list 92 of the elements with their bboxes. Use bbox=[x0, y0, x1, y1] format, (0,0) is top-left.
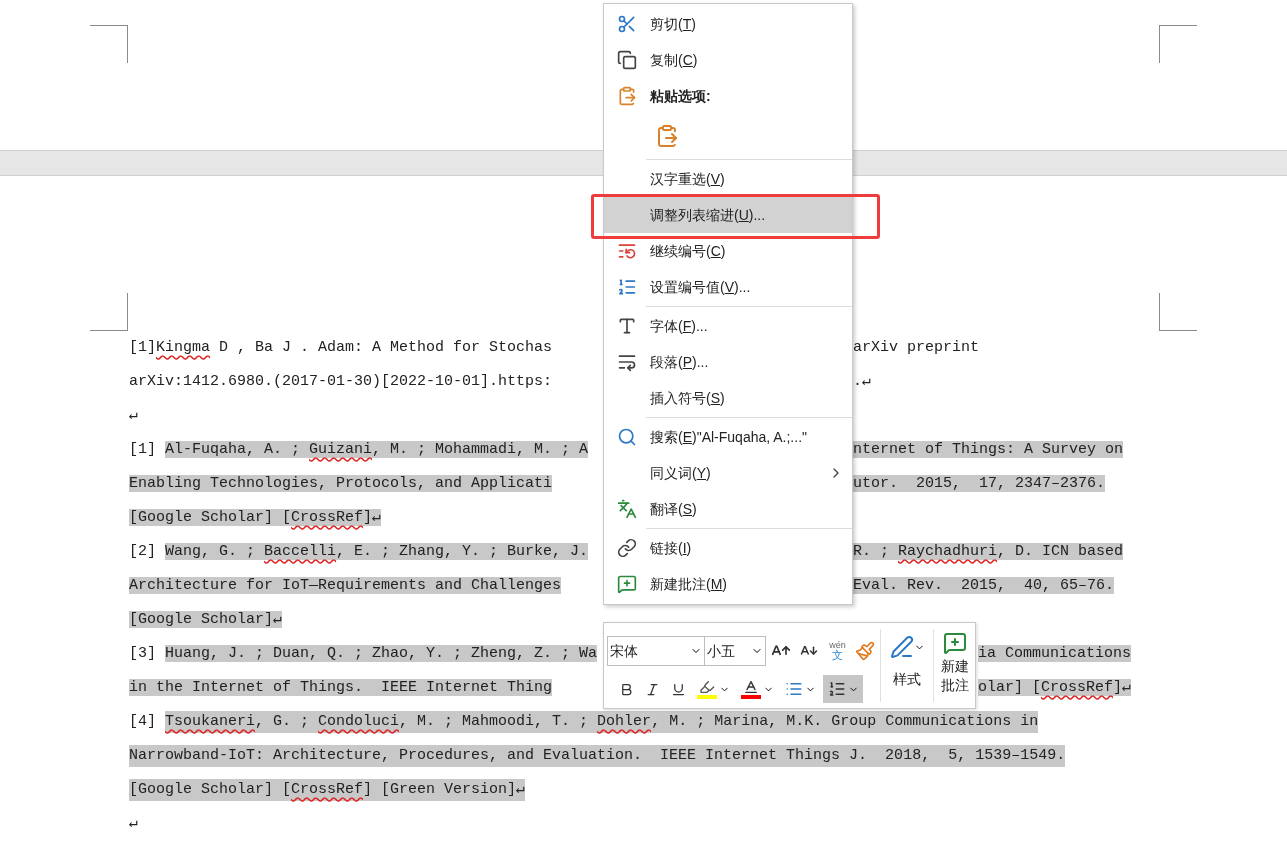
numbered-list-icon bbox=[617, 241, 637, 261]
text-run: ↵ bbox=[129, 406, 139, 424]
text-run: Baccelli bbox=[264, 542, 337, 560]
link-icon bbox=[617, 538, 637, 558]
text-run: Eval. Rev. 2015, 40, 65–76. bbox=[853, 576, 1115, 594]
text-run: CrossRef bbox=[1041, 678, 1114, 696]
text-run: in the Internet of Things. IEEE Internet Thing bbox=[129, 678, 553, 696]
menu-item[interactable]: 段落(P)... bbox=[604, 344, 852, 380]
text-run: Dohler bbox=[597, 710, 652, 734]
text-run: ] [Green Version]↵ bbox=[363, 778, 526, 802]
menu-item[interactable]: 设置编号值(V)... bbox=[604, 269, 852, 305]
comment-icon bbox=[942, 631, 967, 655]
paragraph-icon bbox=[617, 352, 637, 372]
new-comment-button[interactable]: 新建批注 bbox=[934, 623, 975, 708]
text-run: olar] [ bbox=[978, 678, 1041, 696]
text-run: ]↵ bbox=[1113, 678, 1132, 696]
text-run: [4] bbox=[129, 711, 157, 732]
menu-item[interactable]: 插入符号(S) bbox=[604, 380, 852, 416]
numbering-button[interactable] bbox=[823, 675, 863, 703]
text-run: [Google Scholar] [ bbox=[129, 778, 292, 802]
text-run: Wang, G. ; bbox=[165, 542, 265, 560]
text-run: D , Ba J . Adam: A Method for Stochas bbox=[218, 338, 553, 356]
text-run: R. ; bbox=[853, 542, 898, 560]
text-run: , M. ; Mahmoodi, T. ; bbox=[399, 710, 598, 734]
text-run: Architecture for IoT—Requirements and Challenges bbox=[129, 576, 562, 594]
menu-item[interactable]: 继续编号(C) bbox=[604, 233, 852, 269]
text-run: nternet of Things: A Survey on bbox=[853, 440, 1124, 458]
color-swatch bbox=[696, 695, 717, 699]
text-run: , E. ; Zhang, Y. ; Burke, J. bbox=[336, 542, 589, 560]
menu-item[interactable]: 链接(I) bbox=[604, 530, 852, 566]
menu-item[interactable]: 同义词(Y) bbox=[604, 455, 852, 491]
menu-item[interactable]: 调整列表缩进(U)... bbox=[604, 197, 852, 233]
copy-icon bbox=[617, 50, 637, 70]
text-run: ia Communications bbox=[978, 644, 1132, 662]
clipboard-icon bbox=[655, 124, 679, 148]
crop-mark bbox=[1159, 293, 1197, 331]
paintbrush-icon bbox=[854, 641, 875, 661]
menu-item[interactable]: 新建批注(M) bbox=[604, 566, 852, 602]
styles-button[interactable]: 样式 bbox=[881, 623, 933, 708]
menu-item[interactable]: 字体(F)... bbox=[604, 308, 852, 344]
highlighter-icon bbox=[698, 679, 715, 695]
text-run: , M. ; Marina, M.K. Group Communications in bbox=[651, 710, 1039, 734]
text-run: CrossRef bbox=[291, 508, 364, 526]
text-run: , M. ; Mohammadi, M. ; A bbox=[372, 440, 589, 458]
text-run: [Google Scholar] [ bbox=[129, 508, 292, 526]
clipboard-icon bbox=[617, 86, 637, 106]
underline-icon bbox=[670, 681, 686, 697]
menu-header: 粘贴选项: bbox=[650, 86, 711, 106]
translate-icon bbox=[617, 499, 637, 519]
text-run: Tsoukaneri bbox=[165, 710, 256, 734]
crop-mark bbox=[90, 25, 128, 63]
menu-item[interactable]: 翻译(S) bbox=[604, 491, 852, 527]
text-run: ]↵ bbox=[363, 508, 382, 526]
text-run: Enabling Technologies, Protocols, and Applicati bbox=[129, 474, 553, 492]
text-run: Huang, J. ; Duan, Q. ; Zhao, Y. ; Zheng, Z. ; Wa bbox=[165, 644, 598, 662]
text-run: , G. ; bbox=[255, 710, 319, 734]
text-run: [2] bbox=[129, 542, 157, 560]
menu-item[interactable]: 汉字重选(V) bbox=[604, 161, 852, 197]
comment-icon bbox=[617, 574, 637, 594]
text-run: Kingma bbox=[156, 338, 211, 356]
color-swatch bbox=[740, 695, 761, 699]
menu-item[interactable]: 复制(C) bbox=[604, 42, 852, 78]
scissors-icon bbox=[617, 14, 637, 34]
phonetic-guide-button[interactable]: wén 文 bbox=[824, 635, 851, 667]
text-run: , D. ICN based bbox=[997, 542, 1124, 560]
text-run: ↵ bbox=[129, 813, 139, 834]
text-run: Raychadhuri bbox=[898, 542, 998, 560]
italic-icon bbox=[644, 681, 660, 697]
crop-mark bbox=[1159, 25, 1197, 63]
bullet-list-icon bbox=[784, 680, 803, 698]
text-run: Guizani bbox=[309, 440, 373, 458]
text-run: [1] bbox=[129, 338, 156, 356]
text-run: Condoluci bbox=[318, 710, 400, 734]
text-run: Al-Fuqaha, A. ; bbox=[165, 440, 310, 458]
font-color-icon bbox=[742, 679, 759, 695]
search-icon bbox=[617, 427, 637, 447]
text-run: arXiv preprint bbox=[853, 338, 980, 356]
text-run: [3] bbox=[129, 644, 157, 662]
menu-item[interactable]: 搜索(E)"Al-Fuqaha, A.;..." bbox=[604, 419, 852, 455]
menu-item[interactable]: 剪切(T) bbox=[604, 6, 852, 42]
text-run: utor. 2015, 17, 2347–2376. bbox=[853, 474, 1106, 492]
text-run: Narrowband-IoT: Architecture, Procedures, and Evaluation. IEEE Internet Things J. 2018, 5, 1539–1549. bbox=[129, 744, 1066, 768]
numbered-list-icon bbox=[827, 680, 846, 698]
font-icon bbox=[617, 316, 637, 336]
crop-mark bbox=[90, 293, 128, 331]
text-run: CrossRef bbox=[291, 778, 364, 802]
text-run: [1] bbox=[129, 440, 157, 458]
numbered-list-pen-icon bbox=[617, 277, 637, 297]
text-run: arXiv:1412.6980.(2017-01-30)[2022-10-01].https: bbox=[129, 372, 553, 390]
text-run: .↵ bbox=[853, 372, 872, 390]
styles-icon bbox=[889, 635, 914, 659]
text-run: [Google Scholar]↵ bbox=[129, 610, 283, 628]
